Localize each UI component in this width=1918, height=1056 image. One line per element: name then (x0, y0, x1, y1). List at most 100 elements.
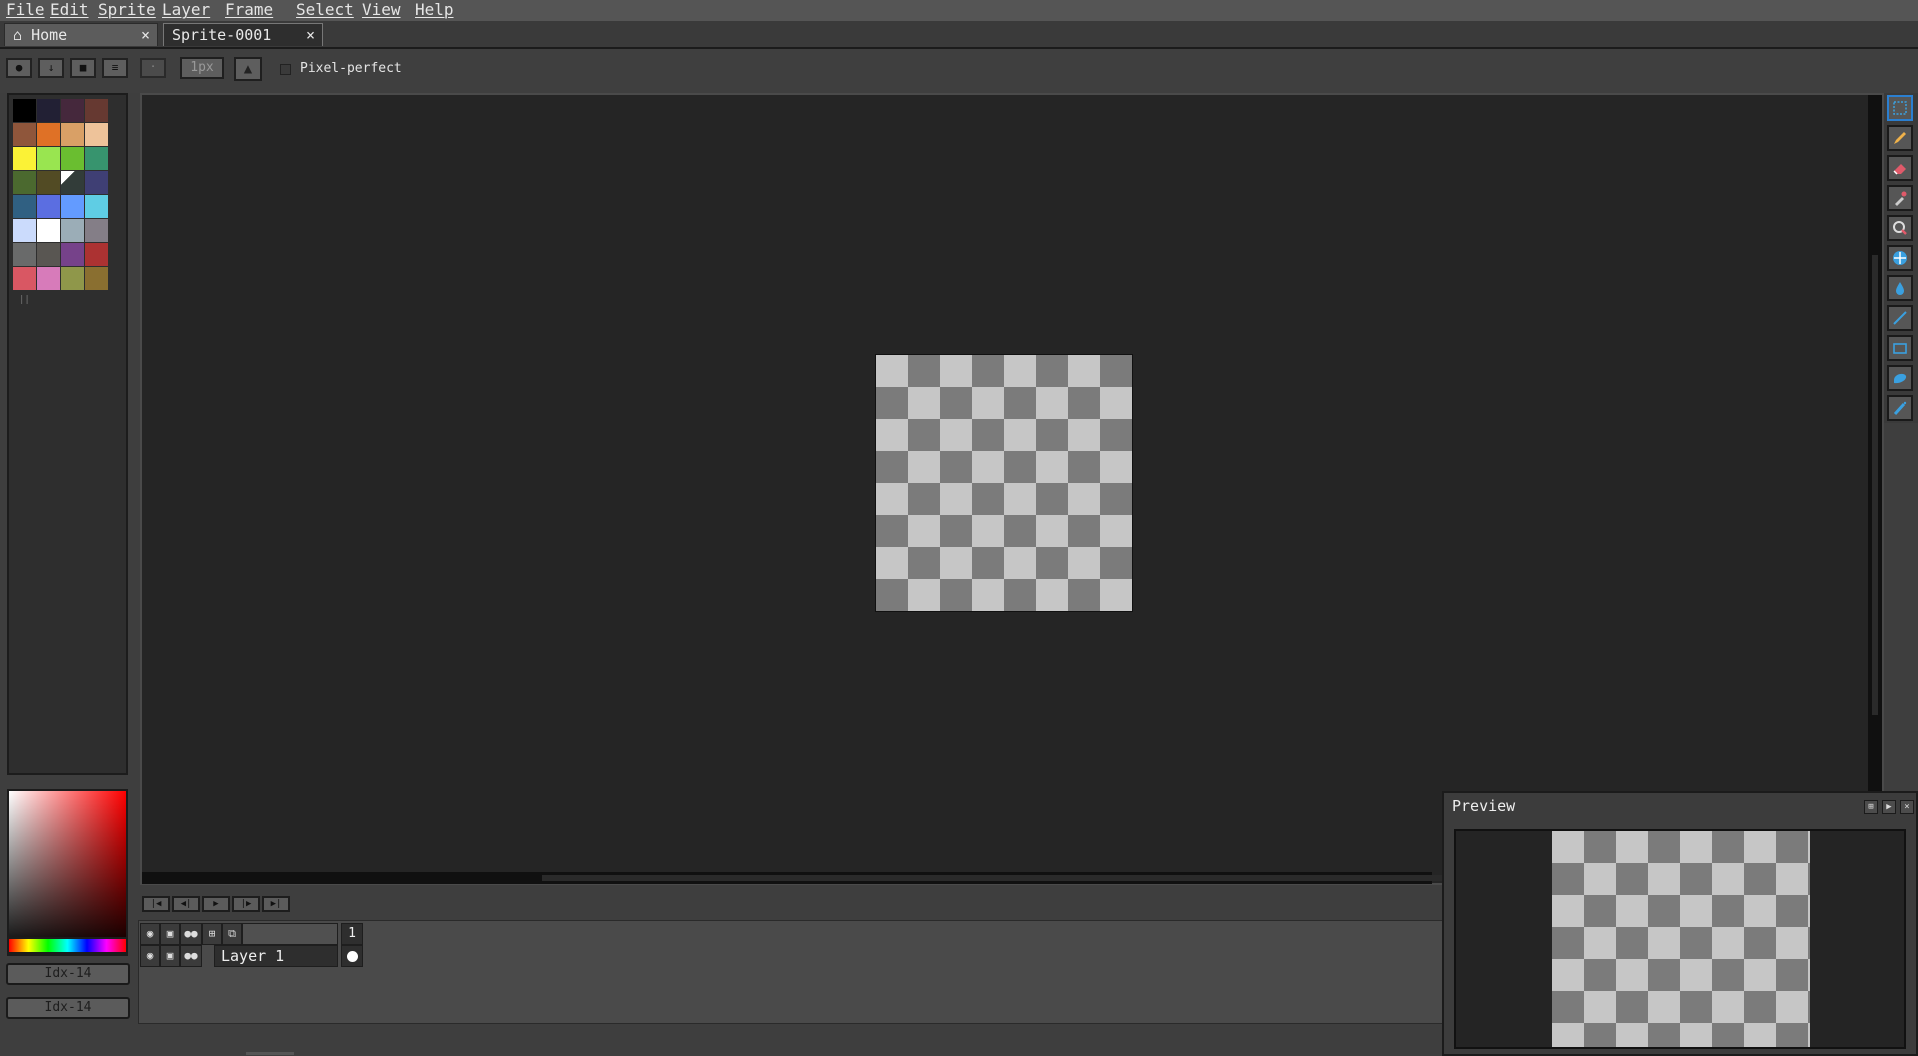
palette-swatch[interactable] (61, 99, 84, 122)
layer-continuous-icon[interactable]: ●● (180, 945, 202, 967)
tab-home[interactable]: ⌂ Home × (4, 23, 158, 46)
palette-swatch[interactable] (85, 219, 108, 242)
palette-swatch[interactable] (37, 243, 60, 266)
menu-edit[interactable]: Edit (50, 0, 89, 21)
brush-size-field[interactable]: 1px (180, 57, 224, 79)
palette-swatch[interactable] (13, 219, 36, 242)
menu-layer[interactable]: Layer (162, 0, 210, 21)
line-icon (1892, 310, 1908, 326)
menu-view[interactable]: View (362, 0, 401, 21)
tool-button[interactable] (1887, 275, 1913, 301)
preview-window: Preview ⊞ ▶ × (1442, 791, 1918, 1056)
play-icon[interactable]: ▶ (202, 896, 230, 912)
palette-swatch[interactable] (13, 123, 36, 146)
tab-sprite[interactable]: Sprite-0001 × (163, 23, 323, 46)
menu-file[interactable]: File (6, 0, 45, 21)
palette-swatch[interactable] (85, 267, 108, 290)
tool-button[interactable] (1887, 155, 1913, 181)
tab-sprite-label: Sprite-0001 (172, 26, 272, 44)
palette-swatch[interactable] (37, 147, 60, 170)
palette-swatch[interactable] (37, 219, 60, 242)
layer-lock-icon[interactable]: ▣ (160, 945, 180, 967)
brush-type-square-icon[interactable]: ■ (70, 58, 96, 78)
tool-button[interactable] (1887, 95, 1913, 121)
palette-swatch[interactable] (37, 99, 60, 122)
preview-play-icon[interactable]: ▶ (1882, 800, 1896, 814)
palette-swatch[interactable] (13, 171, 36, 194)
background-color-button[interactable]: Idx-14 (6, 997, 130, 1019)
tool-button[interactable] (1887, 305, 1913, 331)
vertical-scrollbar[interactable] (1868, 95, 1882, 883)
palette-swatch[interactable] (61, 243, 84, 266)
pixel-perfect-checkbox[interactable] (280, 64, 291, 75)
paint-bucket-icon (1892, 280, 1908, 296)
brush-type-circle-icon[interactable]: ● (6, 58, 32, 78)
palette-swatch[interactable] (37, 267, 60, 290)
tool-button[interactable] (1887, 215, 1913, 241)
menu-frame[interactable]: Frame (225, 0, 273, 21)
foreground-color-button[interactable]: Idx-14 (6, 963, 130, 985)
palette-resize-handle[interactable]: || (19, 295, 30, 305)
palette-swatch[interactable] (85, 147, 108, 170)
tool-button[interactable] (1887, 125, 1913, 151)
palette-swatch[interactable] (61, 123, 84, 146)
sprite-canvas[interactable] (875, 354, 1133, 612)
header-onion-skin-icon[interactable]: ⧉ (222, 923, 242, 945)
tool-button[interactable] (1887, 185, 1913, 211)
frame-header[interactable]: 1 (341, 923, 363, 945)
palette-swatch[interactable] (85, 123, 108, 146)
preview-center-icon[interactable]: ⊞ (1864, 800, 1878, 814)
palette-swatch[interactable] (13, 267, 36, 290)
vertical-scroll-thumb[interactable] (1872, 255, 1878, 715)
preview-close-icon[interactable]: × (1900, 800, 1914, 814)
palette-swatch[interactable] (85, 171, 108, 194)
last-frame-icon[interactable]: ▶| (262, 896, 290, 912)
header-expand-icon[interactable]: ⊞ (202, 923, 222, 945)
menu-sprite[interactable]: Sprite (98, 0, 156, 21)
color-spectrum[interactable] (7, 789, 128, 956)
cel-dot-icon (347, 951, 358, 962)
palette-swatch[interactable] (61, 147, 84, 170)
layer-name[interactable]: Layer 1 (214, 945, 338, 967)
palette-swatch[interactable] (61, 171, 84, 194)
header-continuous-icon[interactable]: ●● (180, 923, 202, 945)
palette-swatch[interactable] (13, 147, 36, 170)
palette-swatch[interactable] (85, 99, 108, 122)
palette-swatch[interactable] (61, 219, 84, 242)
hue-slider[interactable] (7, 937, 128, 954)
preview-viewport[interactable] (1454, 829, 1906, 1049)
tool-button[interactable] (1887, 245, 1913, 271)
tool-button[interactable] (1887, 365, 1913, 391)
tab-home-close-icon[interactable]: × (141, 24, 150, 46)
header-visibility-icon[interactable]: ◉ (140, 923, 160, 945)
palette-swatch[interactable] (13, 195, 36, 218)
cel[interactable] (341, 945, 363, 967)
status-grip[interactable] (246, 1052, 294, 1055)
next-frame-icon[interactable]: |▶ (232, 896, 260, 912)
brush-options-icon[interactable]: ≡ (102, 58, 128, 78)
tool-button[interactable] (1887, 395, 1913, 421)
layer-visibility-icon[interactable]: ◉ (140, 945, 160, 967)
palette-swatch[interactable] (85, 195, 108, 218)
palette-swatch[interactable] (61, 195, 84, 218)
horizontal-scrollbar[interactable] (142, 872, 1442, 884)
palette-swatch[interactable] (85, 243, 108, 266)
palette-swatch[interactable] (13, 243, 36, 266)
brush-angle-icon[interactable]: · (140, 58, 166, 78)
horizontal-scroll-thumb[interactable] (542, 875, 1442, 881)
header-lock-icon[interactable]: ▣ (160, 923, 180, 945)
palette-swatch[interactable] (37, 171, 60, 194)
palette-swatch[interactable] (37, 123, 60, 146)
tab-sprite-close-icon[interactable]: × (306, 24, 315, 46)
first-frame-icon[interactable]: |◀ (142, 896, 170, 912)
previous-frame-icon[interactable]: ◀| (172, 896, 200, 912)
palette-swatch[interactable] (37, 195, 60, 218)
brush-type-line-icon[interactable]: ↓ (38, 58, 64, 78)
menu-help[interactable]: Help (415, 0, 454, 21)
ink-type-icon[interactable]: ▲ (234, 57, 262, 81)
menu-select[interactable]: Select (296, 0, 354, 21)
status-bar (0, 1042, 1440, 1056)
tool-button[interactable] (1887, 335, 1913, 361)
palette-swatch[interactable] (13, 99, 36, 122)
palette-swatch[interactable] (61, 267, 84, 290)
